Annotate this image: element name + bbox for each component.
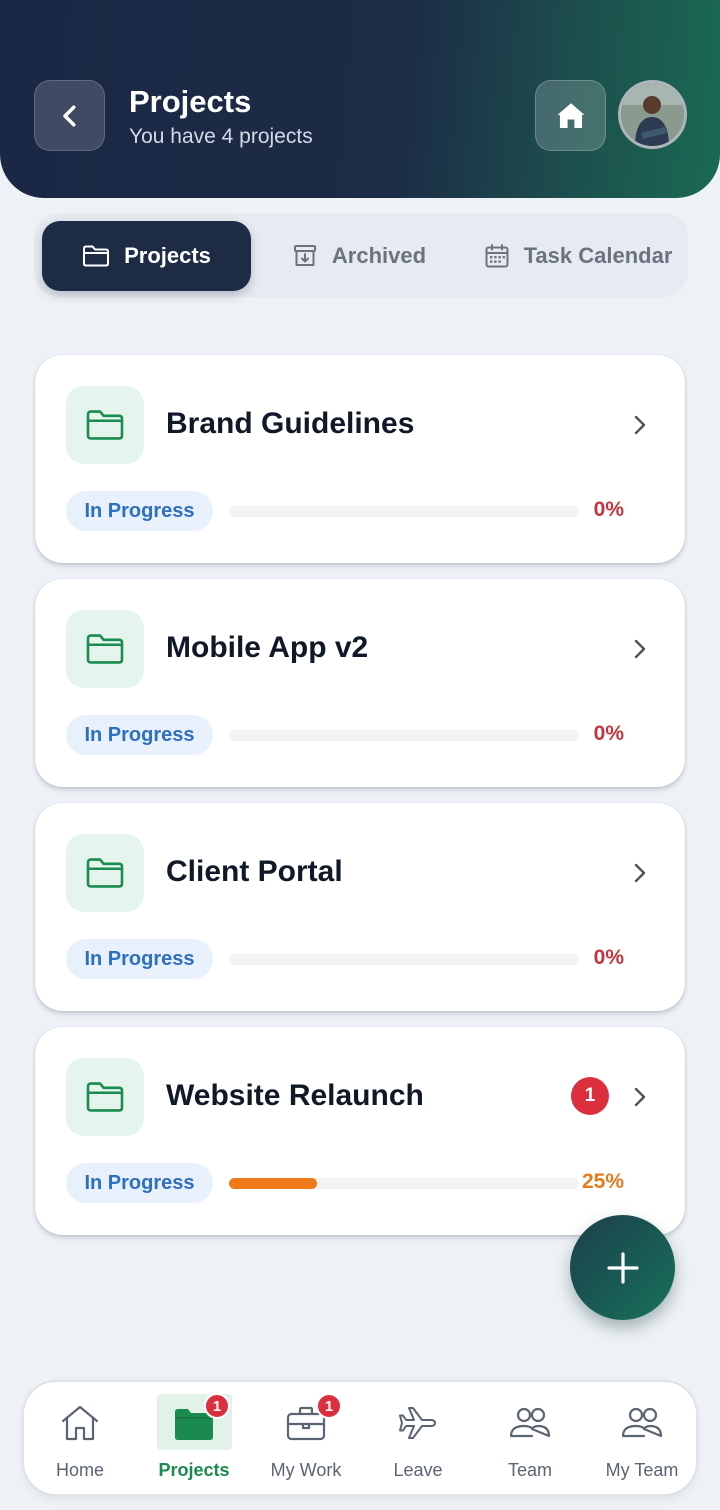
back-button[interactable] xyxy=(34,80,105,151)
status-badge: In Progress xyxy=(66,715,213,755)
progress-percent: 0% xyxy=(593,722,624,745)
nav-item-leave[interactable]: Leave xyxy=(368,1394,468,1484)
calendar-icon xyxy=(485,244,509,268)
tab-label: Archived xyxy=(331,243,427,268)
nav-label: My Work xyxy=(270,1460,342,1480)
nav-item-my-team[interactable]: My Team xyxy=(592,1394,692,1484)
app-header: Projects You have 4 projects xyxy=(0,0,720,198)
nav-label: Projects xyxy=(158,1460,230,1480)
nav-label: My Team xyxy=(605,1460,679,1480)
home-icon xyxy=(557,102,584,128)
progress-percent: 0% xyxy=(593,946,624,969)
folder-icon xyxy=(86,858,124,888)
progress-bar xyxy=(229,1178,579,1189)
project-icon-tile xyxy=(66,1058,144,1136)
nav-label: Home xyxy=(55,1460,104,1480)
progress-fill xyxy=(229,1178,317,1189)
tab-task-calendar[interactable]: Task Calendar xyxy=(478,221,678,291)
nav-item-projects[interactable]: 1 Projects xyxy=(144,1393,244,1484)
project-icon-tile xyxy=(66,610,144,688)
project-card[interactable]: Mobile App v2 In Progress 0% xyxy=(35,579,685,787)
tab-projects[interactable]: Projects xyxy=(42,221,251,291)
nav-label: Leave xyxy=(393,1460,443,1480)
nav-item-home[interactable]: Home xyxy=(30,1394,130,1484)
chevron-right-icon[interactable] xyxy=(629,636,651,662)
chevron-right-icon[interactable] xyxy=(629,1084,651,1110)
nav-item-my-work[interactable]: 1 My Work xyxy=(256,1393,356,1484)
project-card[interactable]: Website Relaunch 1 In Progress 25% xyxy=(35,1027,685,1235)
home-button[interactable] xyxy=(535,80,606,151)
users-icon xyxy=(509,1407,551,1438)
project-name: Website Relaunch xyxy=(166,1079,424,1112)
chevron-right-icon[interactable] xyxy=(629,860,651,886)
user-photo-icon xyxy=(621,83,684,146)
project-name: Brand Guidelines xyxy=(166,407,415,440)
folder-icon xyxy=(86,1082,124,1112)
add-project-button[interactable] xyxy=(570,1215,675,1320)
progress-percent: 0% xyxy=(593,498,624,521)
view-tabs: Projects Archived Task Calendar xyxy=(34,213,688,297)
folder-icon xyxy=(83,245,110,267)
page-subtitle: You have 4 projects xyxy=(129,125,313,148)
project-card[interactable]: Brand Guidelines In Progress 0% xyxy=(35,355,685,563)
progress-bar xyxy=(229,730,579,741)
notification-badge: 1 xyxy=(204,1393,230,1419)
avatar[interactable] xyxy=(618,80,687,149)
tab-label: Projects xyxy=(124,243,211,268)
tab-label: Task Calendar xyxy=(523,243,673,268)
project-icon-tile xyxy=(66,834,144,912)
tab-archived[interactable]: Archived xyxy=(284,221,434,291)
nav-item-team[interactable]: Team xyxy=(480,1394,580,1484)
project-icon-tile xyxy=(66,386,144,464)
airplane-icon xyxy=(399,1407,436,1439)
chevron-right-icon[interactable] xyxy=(629,412,651,438)
folder-icon xyxy=(86,634,124,664)
nav-label: Team xyxy=(507,1460,552,1480)
project-name: Mobile App v2 xyxy=(166,631,369,664)
notification-badge: 1 xyxy=(571,1077,609,1115)
users-icon xyxy=(621,1407,663,1438)
chevron-left-icon xyxy=(62,105,75,126)
status-badge: In Progress xyxy=(66,491,213,531)
archive-icon xyxy=(293,245,316,266)
plus-icon xyxy=(606,1251,639,1284)
project-card[interactable]: Client Portal In Progress 0% xyxy=(35,803,685,1011)
progress-bar xyxy=(229,954,579,965)
progress-bar xyxy=(229,506,579,517)
page-title: Projects xyxy=(129,84,252,119)
status-badge: In Progress xyxy=(66,1163,213,1203)
home-icon xyxy=(61,1405,99,1441)
project-name: Client Portal xyxy=(166,855,343,888)
notification-badge: 1 xyxy=(316,1393,342,1419)
folder-icon xyxy=(86,410,124,440)
bottom-navigation: Home 1 Projects 1 My Work Leave Team My … xyxy=(24,1382,696,1494)
progress-percent: 25% xyxy=(581,1170,624,1193)
status-badge: In Progress xyxy=(66,939,213,979)
